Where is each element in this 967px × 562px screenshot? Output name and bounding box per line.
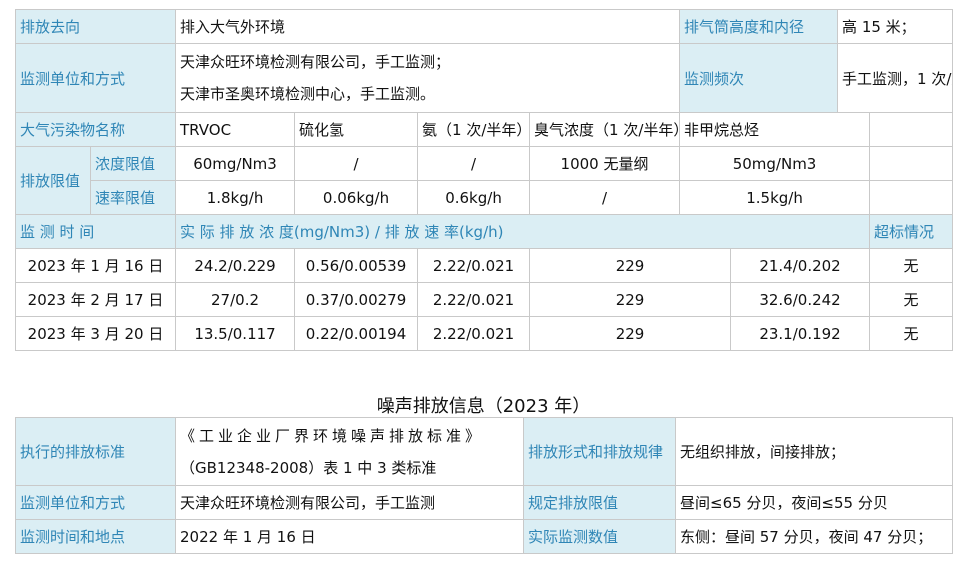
- conc-limit: 50mg/Nm3: [679, 146, 871, 181]
- row-value: 229: [529, 316, 732, 351]
- row-value: 229: [529, 282, 732, 317]
- standard-label: 执行的排放标准: [15, 417, 176, 486]
- row-date: 2023 年 3 月 20 日: [14, 316, 177, 351]
- pollutant-name: 非甲烷总烃: [679, 112, 871, 147]
- rate-limit-label: 速率限值: [89, 180, 177, 215]
- freq-label: 监测频次: [679, 43, 839, 113]
- pollutant-name: 硫化氢: [294, 112, 419, 147]
- direction-value: 排入大气外环境: [175, 9, 681, 44]
- row-value: 0.22/0.00194: [294, 316, 419, 351]
- empty-cell: [869, 146, 954, 181]
- form-label: 排放形式和排放规律: [523, 417, 676, 486]
- row-date: 2023 年 1 月 16 日: [14, 248, 177, 283]
- actual-label: 实际监测数值: [523, 519, 676, 554]
- unit-value: 天津众旺环境检测有限公司，手工监测: [175, 485, 524, 520]
- conc-limit: 60mg/Nm3: [175, 146, 296, 181]
- empty-cell: [869, 180, 954, 215]
- time-label: 监 测 时 间: [14, 214, 177, 249]
- row-value: 2.22/0.021: [417, 282, 531, 317]
- table-row: 2023 年 2 月 17 日 27/0.2 0.37/0.00279 2.22…: [14, 282, 954, 317]
- rate-limit: /: [529, 180, 681, 215]
- noise-title: 噪声排放信息（2023 年）: [376, 396, 591, 417]
- pollutant-name: 氨（1 次/半年）: [417, 112, 531, 147]
- unit-label: 监测单位和方式: [15, 485, 176, 520]
- standard-line: 《工业企业厂界环境噪声排放标准》: [180, 426, 485, 445]
- emission-table: 排放去向 排入大气外环境 排气筒高度和内径 高 15 米； 监测单位和方式 天津…: [14, 9, 954, 351]
- conc-limit: 1000 无量纲: [529, 146, 681, 181]
- conc-limit: /: [417, 146, 531, 181]
- row-exceed: 无: [869, 316, 954, 351]
- rate-limit: 1.8kg/h: [175, 180, 296, 215]
- time-value: 2022 年 1 月 16 日: [175, 519, 524, 554]
- exceed-label: 超标情况: [869, 214, 954, 249]
- monitor-unit-line: 天津市圣奥环境检测中心，手工监测。: [180, 85, 436, 103]
- direction-label: 排放去向: [14, 9, 177, 44]
- row-exceed: 无: [869, 282, 954, 317]
- monitor-unit-line: 天津众旺环境检测有限公司，手工监测；: [180, 53, 451, 71]
- conc-limit-label: 浓度限值: [89, 146, 177, 181]
- noise-table: 执行的排放标准 《工业企业厂界环境噪声排放标准》 （GB12348-2008）表…: [15, 417, 953, 554]
- monitor-unit-value: 天津众旺环境检测有限公司，手工监测； 天津市圣奥环境检测中心，手工监测。: [175, 43, 681, 113]
- standard-line: （GB12348-2008）表 1 中 3 类标准: [180, 458, 437, 477]
- row-value: 27/0.2: [175, 282, 296, 317]
- row-date: 2023 年 2 月 17 日: [14, 282, 177, 317]
- pollutant-name: 臭气浓度（1 次/半年）: [529, 112, 681, 147]
- row-value: 229: [529, 248, 732, 283]
- actual-value: 东侧：昼间 57 分贝，夜间 47 分贝；: [675, 519, 953, 554]
- row-value: 0.37/0.00279: [294, 282, 419, 317]
- row-value: 23.1/0.192: [730, 316, 871, 351]
- actual-label: 实 际 排 放 浓 度(mg/Nm3) / 排 放 速 率(kg/h): [175, 214, 871, 249]
- standard-value: 《工业企业厂界环境噪声排放标准》 （GB12348-2008）表 1 中 3 类…: [175, 417, 524, 486]
- stack-label: 排气筒高度和内径: [679, 9, 839, 44]
- row-value: 0.56/0.00539: [294, 248, 419, 283]
- row-value: 2.22/0.021: [417, 248, 531, 283]
- pollutant-label: 大气污染物名称: [14, 112, 177, 147]
- freq-value: 手工监测，1 次/月；1 次/半年: [837, 43, 954, 113]
- row-value: 21.4/0.202: [730, 248, 871, 283]
- row-value: 2.22/0.021: [417, 316, 531, 351]
- time-label: 监测时间和地点: [15, 519, 176, 554]
- row-exceed: 无: [869, 248, 954, 283]
- limit-label: 规定排放限值: [523, 485, 676, 520]
- stack-value: 高 15 米；: [837, 9, 954, 44]
- table-row: 2023 年 3 月 20 日 13.5/0.117 0.22/0.00194 …: [14, 316, 954, 351]
- limit-value: 昼间≤65 分贝，夜间≤55 分贝: [675, 485, 953, 520]
- rate-limit: 0.6kg/h: [417, 180, 531, 215]
- pollutant-name: TRVOC: [175, 112, 296, 147]
- empty-cell: [869, 112, 954, 147]
- form-value: 无组织排放，间接排放；: [675, 417, 953, 486]
- row-value: 24.2/0.229: [175, 248, 296, 283]
- limit-label: 排放限值: [15, 146, 91, 215]
- rate-limit: 0.06kg/h: [294, 180, 419, 215]
- row-value: 32.6/0.242: [730, 282, 871, 317]
- row-value: 13.5/0.117: [175, 316, 296, 351]
- rate-limit: 1.5kg/h: [679, 180, 871, 215]
- table-row: 2023 年 1 月 16 日 24.2/0.229 0.56/0.00539 …: [14, 248, 954, 283]
- monitor-unit-label: 监测单位和方式: [14, 43, 177, 113]
- conc-limit: /: [294, 146, 419, 181]
